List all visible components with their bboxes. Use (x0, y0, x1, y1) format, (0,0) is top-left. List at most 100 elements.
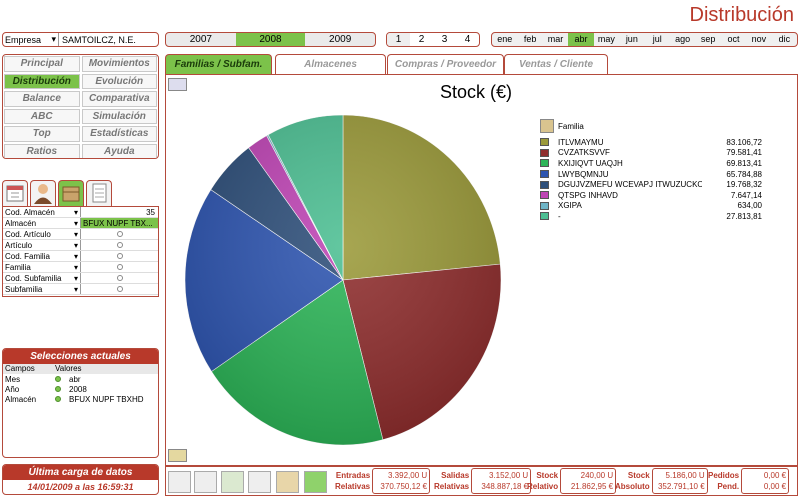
month-sep[interactable]: sep (695, 33, 720, 46)
pie-chart (184, 114, 502, 446)
nav-evolucion[interactable]: Evolución (81, 73, 157, 89)
box-tab[interactable] (58, 180, 84, 206)
nav-principal[interactable]: Principal (4, 56, 80, 72)
stat-label-1: Pedidos (708, 471, 740, 480)
nav-abc[interactable]: ABC (4, 108, 80, 124)
user-tab[interactable] (30, 180, 56, 206)
calendar-tab[interactable] (2, 180, 28, 206)
current-selections-title: Selecciones actuales (3, 349, 158, 364)
filter-cod-familia-dropdown[interactable]: Cod. Familia ▾ (3, 251, 81, 261)
stat-stock-relativo: Stock Relativo 240,00 U 21.862,95 € (527, 468, 617, 494)
nav-ratios[interactable]: Ratios (4, 143, 80, 158)
nav-comparativa[interactable]: Comparativa (81, 91, 157, 107)
quarter-selector: 1 2 3 4 (386, 32, 480, 47)
month-mar[interactable]: mar (543, 33, 568, 46)
nav-ayuda[interactable]: Ayuda (81, 143, 157, 158)
nav-estadisticas[interactable]: Estadísticas (81, 126, 157, 142)
table-icon[interactable] (248, 471, 271, 493)
filter-familia-dropdown[interactable]: Familia ▾ (3, 262, 81, 272)
nav-distribucion[interactable]: Distribución (4, 73, 80, 89)
filter-label: Almacén (5, 218, 37, 228)
filter-cod-subfamilia-dropdown[interactable]: Cod. Subfamilia ▾ (3, 273, 81, 283)
excel-icon[interactable] (221, 471, 244, 493)
stat-value-1: 3.152,00 U (489, 471, 529, 480)
year-2007[interactable]: 2007 (166, 33, 236, 46)
year-2008[interactable]: 2008 (235, 33, 306, 46)
nav-movimientos[interactable]: Movimientos (81, 56, 157, 72)
month-oct[interactable]: oct (721, 33, 746, 46)
legend-item[interactable]: - 27.813,81 (540, 211, 762, 222)
filter-cod-almacen-dropdown[interactable]: Cod. Almacén ▾ (3, 207, 81, 217)
selections-header: Campos Valores (3, 364, 158, 374)
filter-cod-articulo-dropdown[interactable]: Cod. Artículo ▾ (3, 229, 81, 239)
filter-almacen-value[interactable]: BFUX NUPF TBX... (81, 218, 158, 228)
quarter-2[interactable]: 2 (410, 33, 433, 46)
month-abr[interactable]: abr (568, 33, 594, 46)
filter-cod-subfamilia-value[interactable] (81, 273, 158, 283)
month-dic[interactable]: dic (772, 33, 797, 46)
empresa-selector[interactable]: Empresa ▾ SAMTOILCZ, N.E. (2, 32, 159, 47)
legend-item[interactable]: KXIJIQVT UAQJH 69.813,41 (540, 158, 762, 169)
month-jun[interactable]: jun (619, 33, 644, 46)
filter-almacen-dropdown[interactable]: Almacén ▾ (3, 218, 81, 228)
filter-subfamilia-value[interactable] (81, 284, 158, 294)
document-icon (92, 183, 107, 203)
nav-simulacion[interactable]: Simulación (81, 108, 157, 124)
filter-cod-familia-value[interactable] (81, 251, 158, 261)
pie-slice[interactable] (342, 114, 501, 281)
stat-value: 5.186,00 U 352.791,10 € (651, 468, 708, 494)
legend-item[interactable]: LWYBQMNJU 65.784,88 (540, 169, 762, 180)
filter-row-cod-subfamilia: Cod. Subfamilia ▾ (3, 273, 158, 284)
filter-row-subfamilia: Subfamilia ▾ (3, 284, 158, 295)
month-may[interactable]: may (594, 33, 619, 46)
arrow-right-icon[interactable] (304, 471, 327, 493)
filter-articulo-value[interactable] (81, 240, 158, 250)
month-feb[interactable]: feb (517, 33, 542, 46)
print-preview-icon[interactable] (194, 471, 217, 493)
legend-title: Familia (558, 121, 584, 131)
legend-swatch (540, 201, 549, 210)
filter-articulo-dropdown[interactable]: Artículo ▾ (3, 240, 81, 250)
month-nov[interactable]: nov (746, 33, 771, 46)
month-ago[interactable]: ago (670, 33, 695, 46)
legend-label: DGUJVZMEFU WCEVAPJ ITWUZUCKOS (558, 180, 702, 190)
quarter-4[interactable]: 4 (456, 33, 479, 46)
filter-familia-value[interactable] (81, 262, 158, 272)
selection-field: Almacén (5, 394, 37, 404)
stat-label-1: Stock (536, 471, 559, 480)
legend-item[interactable]: DGUJVZMEFU WCEVAPJ ITWUZUCKOS 19.768,32 (540, 179, 762, 190)
filter-label: Familia (5, 262, 31, 272)
tab-almacenes[interactable]: Almacenes (275, 54, 386, 74)
filter-row-familia: Familia ▾ (3, 262, 158, 273)
chart-title: Stock (€) (440, 82, 513, 102)
legend-item[interactable]: QTSPG INHAVD 7.647,14 (540, 190, 762, 201)
chart-type-icon[interactable] (168, 78, 187, 91)
legend-item[interactable]: XGIPA 634,00 (540, 201, 762, 212)
month-ene[interactable]: ene (492, 33, 517, 46)
month-jul[interactable]: jul (645, 33, 670, 46)
stat-label: Salidas Relativas (434, 468, 469, 494)
nav-top[interactable]: Top (4, 126, 80, 142)
quarter-3[interactable]: 3 (433, 33, 456, 46)
print-icon[interactable] (168, 471, 191, 493)
legend-item[interactable]: ITLVMAYMU 83.106,72 (540, 137, 762, 148)
tab-compras-proveedor[interactable]: Compras / Proveedor (387, 54, 504, 74)
filter-subfamilia-dropdown[interactable]: Subfamilia ▾ (3, 284, 81, 294)
year-2009[interactable]: 2009 (305, 33, 375, 46)
up-arrow-icon[interactable] (540, 119, 554, 133)
tab-ventas-cliente[interactable]: Ventas / Cliente (504, 54, 608, 74)
filter-cod-almacen-value[interactable]: 35 (81, 207, 158, 217)
stat-label-1: Entradas (335, 471, 371, 480)
filter-row-cod-familia: Cod. Familia ▾ (3, 251, 158, 262)
image-icon[interactable] (276, 471, 299, 493)
quarter-1[interactable]: 1 (387, 33, 410, 46)
stat-value: 3.392,00 U 370.750,12 € (372, 468, 431, 494)
filter-cod-articulo-value[interactable] (81, 229, 158, 239)
filter-icon-tabs (2, 180, 114, 206)
nav-balance[interactable]: Balance (4, 91, 80, 107)
empresa-dropdown[interactable]: Empresa ▾ (3, 33, 59, 46)
document-tab[interactable] (86, 180, 112, 206)
tab-familias[interactable]: Familias / Subfam. (165, 54, 272, 74)
legend-item[interactable]: CVZATKSVVF 79.581,41 (540, 148, 762, 159)
stat-value-2: 352.791,10 € (657, 482, 705, 491)
